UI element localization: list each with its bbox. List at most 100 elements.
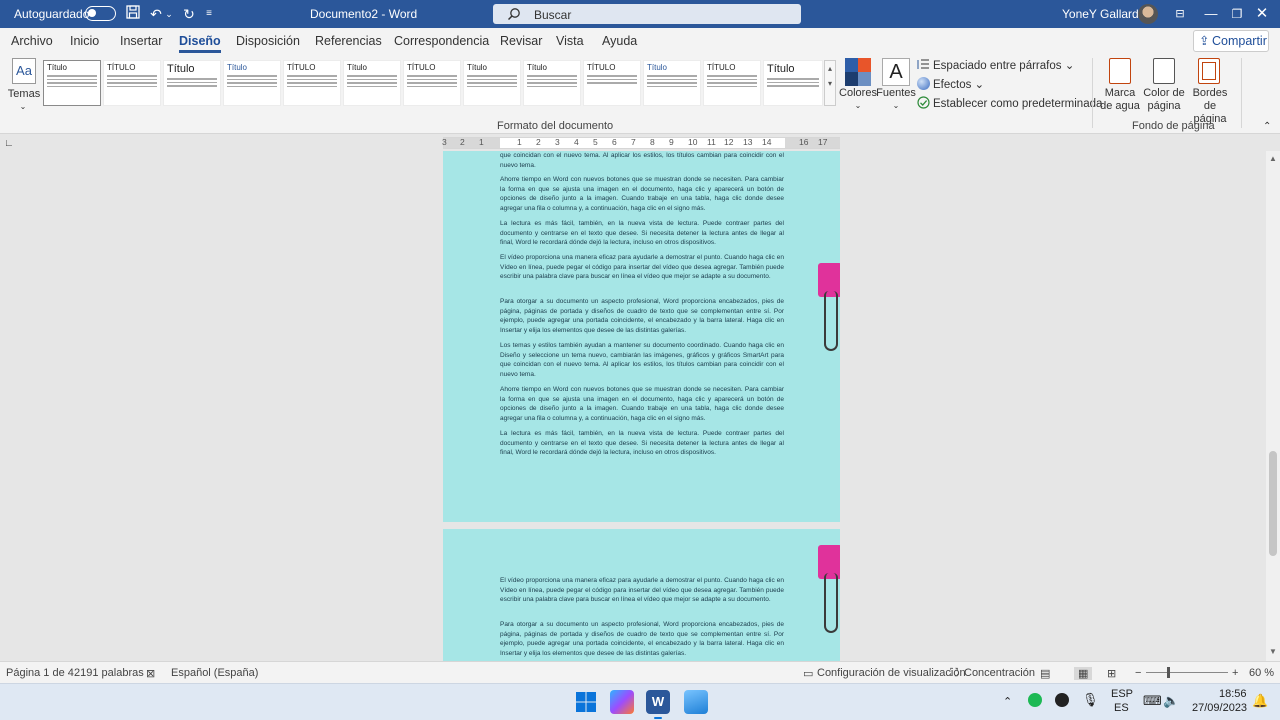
style-set-item[interactable]: Título xyxy=(223,60,281,106)
clock-time[interactable]: 18:56 xyxy=(1219,688,1247,700)
windows-start-icon[interactable] xyxy=(574,690,598,714)
zoom-slider-thumb[interactable] xyxy=(1167,667,1170,678)
ruler-tick: 3 xyxy=(442,137,447,147)
style-set-item[interactable]: TÍTULO xyxy=(703,60,761,106)
vertical-scrollbar[interactable]: ▲ ▼ xyxy=(1266,151,1280,661)
set-as-default-button[interactable]: Establecer como predeterminada xyxy=(917,96,1102,110)
tab-archivo[interactable]: Archivo xyxy=(11,34,53,48)
user-name[interactable]: YoneY Gallardo xyxy=(1062,7,1145,21)
minimize-icon[interactable]: — xyxy=(1201,4,1221,24)
photos-icon[interactable] xyxy=(684,690,708,714)
avatar[interactable] xyxy=(1138,4,1158,24)
proofing-icon[interactable]: ⊠ xyxy=(146,667,155,680)
save-icon[interactable] xyxy=(122,3,144,25)
zoom-out-icon[interactable]: − xyxy=(1135,667,1141,679)
scroll-down-icon[interactable]: ▼ xyxy=(1266,647,1280,659)
word-count[interactable]: 2191 palabras xyxy=(74,667,144,679)
zoom-slider[interactable] xyxy=(1146,672,1228,673)
autosave-toggle[interactable] xyxy=(85,6,116,21)
colors-chevron-icon: ⌄ xyxy=(854,101,862,110)
style-set-item[interactable]: TÍTULO xyxy=(403,60,461,106)
display-settings-label[interactable]: Configuración de visualización xyxy=(817,667,966,679)
binder-clip-image xyxy=(816,545,840,645)
body-paragraph: que coincidan con el nuevo tema. Al apli… xyxy=(500,152,784,169)
read-mode-icon[interactable]: ▤ xyxy=(1040,667,1050,680)
style-set-item[interactable]: Título xyxy=(523,60,581,106)
body-paragraph: Ahorre tiempo en Word con nuevos botones… xyxy=(500,386,784,423)
tab-referencias[interactable]: Referencias xyxy=(315,34,382,48)
tab-diseno[interactable]: Diseño xyxy=(179,34,221,53)
effects-button[interactable]: Efectos ⌄ xyxy=(917,77,984,91)
word-app-icon[interactable]: W xyxy=(646,690,670,714)
style-set-item[interactable]: Título xyxy=(643,60,701,106)
document-title: Documento2 - Word xyxy=(310,7,418,21)
style-set-item[interactable]: Título xyxy=(43,60,101,106)
body-paragraph: Para otorgar a su documento un aspecto p… xyxy=(500,298,784,335)
print-layout-icon[interactable]: ▦ xyxy=(1074,667,1093,680)
undo-dropdown-icon[interactable]: ⌄ xyxy=(163,3,175,25)
customize-qat-icon[interactable]: ≡ xyxy=(202,3,216,25)
input-locale[interactable]: ES xyxy=(1114,702,1129,714)
ribbon-display-icon[interactable]: ⊟ xyxy=(1170,4,1190,24)
microphone-icon[interactable]: 🎙 xyxy=(1082,692,1099,708)
status-bar: Página 1 de 4 2191 palabras ⊠ Español (E… xyxy=(0,661,1280,683)
tab-disposicion[interactable]: Disposición xyxy=(236,34,300,48)
input-language[interactable]: ESP xyxy=(1111,688,1133,700)
document-page[interactable]: que coincidan con el nuevo tema. Al apli… xyxy=(443,151,840,522)
focus-label[interactable]: Concentración xyxy=(964,667,1035,679)
zoom-level[interactable]: 60 % xyxy=(1249,667,1274,679)
share-button[interactable]: Compartir xyxy=(1193,30,1269,52)
scroll-up-icon[interactable]: ▲ xyxy=(1266,154,1280,166)
colors-icon[interactable] xyxy=(845,58,871,86)
fonts-icon[interactable]: A xyxy=(882,58,910,86)
redo-icon[interactable]: ↻ xyxy=(178,3,200,25)
ruler-tick: 17 xyxy=(818,137,828,147)
tab-inicio[interactable]: Inicio xyxy=(70,34,99,48)
language-indicator[interactable]: Español (España) xyxy=(171,667,258,679)
ruler-tick: 10 xyxy=(688,137,698,147)
copilot-icon[interactable] xyxy=(610,690,634,714)
body-paragraph: La lectura es más fácil, también, en la … xyxy=(500,220,784,247)
network-icon[interactable]: ⌨ xyxy=(1143,693,1162,709)
document-canvas[interactable]: que coincidan con el nuevo tema. Al apli… xyxy=(0,151,1266,661)
style-set-item[interactable]: TÍTULO xyxy=(103,60,161,106)
style-set-item[interactable]: TÍTULO xyxy=(283,60,341,106)
hidden-icons-chevron-icon[interactable]: ⌃ xyxy=(1003,695,1012,708)
clock-date[interactable]: 27/09/2023 xyxy=(1192,702,1247,714)
page-color-icon xyxy=(1153,58,1175,84)
notification-bell-icon[interactable]: 🔔 xyxy=(1252,693,1268,709)
tab-revisar[interactable]: Revisar xyxy=(500,34,542,48)
app-tray-icon[interactable] xyxy=(1055,693,1069,707)
focus-icon[interactable]: ⛶ xyxy=(950,667,958,680)
tab-selector-icon[interactable]: ∟ xyxy=(4,138,16,150)
document-page[interactable]: El vídeo proporciona una manera eficaz p… xyxy=(443,529,840,661)
tab-insertar[interactable]: Insertar xyxy=(120,34,162,48)
zoom-in-icon[interactable]: + xyxy=(1232,667,1238,679)
close-icon[interactable]: ✕ xyxy=(1252,4,1272,24)
paragraph-spacing-button[interactable]: Espaciado entre párrafos ⌄ xyxy=(917,58,1074,72)
volume-icon[interactable]: 🔈 xyxy=(1163,693,1179,709)
style-set-item[interactable]: Título xyxy=(343,60,401,106)
gallery-scroll[interactable]: ▴ ▾ xyxy=(824,60,836,106)
page-borders-button[interactable]: Bordes de página xyxy=(1187,58,1231,126)
style-set-item[interactable]: Título xyxy=(163,60,221,106)
spotify-icon[interactable] xyxy=(1028,693,1042,707)
style-set-item[interactable]: Título xyxy=(463,60,521,106)
collapse-ribbon-icon[interactable]: ⌃ xyxy=(1263,120,1271,133)
style-set-title: Título xyxy=(167,63,195,75)
page-count[interactable]: Página 1 de 4 xyxy=(6,667,74,679)
tab-correspondencia[interactable]: Correspondencia xyxy=(394,34,489,48)
style-set-title: TÍTULO xyxy=(707,63,736,72)
style-set-item[interactable]: TÍTULO xyxy=(583,60,641,106)
tab-ayuda[interactable]: Ayuda xyxy=(602,34,637,48)
search-box[interactable]: Buscar xyxy=(493,4,801,24)
tab-vista[interactable]: Vista xyxy=(556,34,584,48)
watermark-button[interactable]: Marca de agua xyxy=(1098,58,1142,113)
scroll-thumb[interactable] xyxy=(1269,451,1277,556)
page-color-button[interactable]: Color de página xyxy=(1142,58,1186,113)
style-set-item[interactable]: Título xyxy=(763,60,823,106)
horizontal-ruler[interactable]: 3 2 1 1 2 3 4 5 6 7 8 9 10 11 12 13 14 1… xyxy=(442,137,840,149)
web-layout-icon[interactable]: ⊞ xyxy=(1107,667,1116,680)
display-settings-icon[interactable]: ▭ xyxy=(803,667,813,680)
restore-icon[interactable]: ❐ xyxy=(1227,4,1247,24)
